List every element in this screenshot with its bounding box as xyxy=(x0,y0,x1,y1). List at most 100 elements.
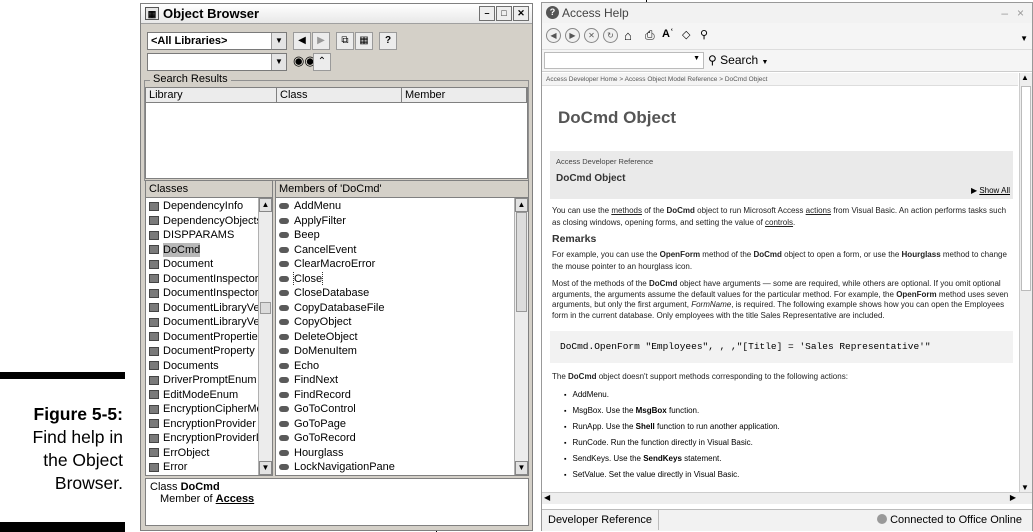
scroll-up-icon[interactable]: ▲ xyxy=(1021,73,1029,82)
member-list-item[interactable]: GoToRecord xyxy=(276,431,515,446)
member-list-item[interactable]: CloseDatabase xyxy=(276,286,515,301)
class-list-item[interactable]: DocumentLibraryVer xyxy=(146,301,259,316)
scroll-down-icon[interactable]: ▼ xyxy=(259,461,272,475)
close-button[interactable]: × xyxy=(1017,3,1024,23)
member-of-link[interactable]: Access xyxy=(216,493,255,505)
member-list-item[interactable]: LockNavigationPane xyxy=(276,460,515,475)
member-list-item[interactable]: CopyObject xyxy=(276,315,515,330)
refresh-icon[interactable]: ↻ xyxy=(603,28,618,43)
details-pane: Class DoCmd Member of Access xyxy=(145,478,529,526)
class-list-item[interactable]: DriverPromptEnum xyxy=(146,373,259,388)
view-definition-button[interactable]: ▦ xyxy=(355,32,373,50)
column-header-class[interactable]: Class xyxy=(277,88,402,103)
scroll-down-icon[interactable]: ▼ xyxy=(1021,483,1029,492)
member-list-item[interactable]: Beep xyxy=(276,228,515,243)
search-button[interactable]: ◉◉ xyxy=(293,53,316,71)
member-list-item[interactable]: Hourglass xyxy=(276,446,515,461)
help-button[interactable]: ? xyxy=(379,32,397,50)
class-list-item[interactable]: DoCmd xyxy=(146,242,259,257)
class-list-item[interactable]: Document xyxy=(146,257,259,272)
classes-scrollbar[interactable]: ▲ ▼ xyxy=(258,198,272,475)
search-button[interactable]: ⚲ Search ▼ xyxy=(708,53,768,67)
chevron-down-icon[interactable]: ▼ xyxy=(271,33,286,49)
class-list-item[interactable]: EditModeEnum xyxy=(146,388,259,403)
scroll-thumb[interactable] xyxy=(1021,86,1031,291)
close-button[interactable]: ✕ xyxy=(513,6,529,21)
column-header-member[interactable]: Member xyxy=(402,88,527,103)
member-list-item[interactable]: DoMenuItem xyxy=(276,344,515,359)
scroll-up-icon[interactable]: ▲ xyxy=(515,198,528,212)
member-list-item[interactable]: GoToPage xyxy=(276,417,515,432)
restore-button[interactable]: □ xyxy=(496,6,512,21)
methods-link[interactable]: methods xyxy=(611,206,642,215)
member-list-item[interactable]: Echo xyxy=(276,359,515,374)
scroll-up-icon[interactable]: ▲ xyxy=(259,198,272,212)
class-list-item[interactable]: EncryptionProvider xyxy=(146,417,259,432)
forward-icon[interactable]: ▶ xyxy=(565,28,580,43)
class-list-item[interactable]: ErrObject xyxy=(146,446,259,461)
member-list-item[interactable]: Close xyxy=(276,271,515,286)
chevron-down-icon[interactable]: ▼ xyxy=(271,54,286,70)
class-list-item[interactable]: DocumentLibraryVer xyxy=(146,315,259,330)
scroll-right-icon[interactable]: ▶ xyxy=(1010,493,1016,502)
actions-link[interactable]: actions xyxy=(806,206,831,215)
member-list-item[interactable]: CopyDatabaseFile xyxy=(276,301,515,316)
classes-pane[interactable]: Classes DependencyInfo DependencyObjects D… xyxy=(145,180,273,476)
help-search-input[interactable]: ▼ xyxy=(544,52,704,69)
member-list-item[interactable]: FindRecord xyxy=(276,388,515,403)
library-select[interactable]: <All Libraries> ▼ xyxy=(147,32,287,50)
scroll-down-icon[interactable]: ▼ xyxy=(515,461,528,475)
search-input[interactable]: ▼ xyxy=(147,53,287,71)
member-list-item[interactable]: GoToControl xyxy=(276,402,515,417)
forward-button[interactable]: ▶ xyxy=(312,32,330,50)
classes-list: DependencyInfo DependencyObjects DISPPARAM… xyxy=(146,198,259,475)
keep-on-top-icon[interactable]: ⚲ xyxy=(700,28,708,41)
class-list-item[interactable]: EncryptionCipherMo xyxy=(146,402,259,417)
show-all-link[interactable]: ▶ Show All xyxy=(971,185,1010,197)
code-example: DoCmd.OpenForm "Employees", , ,"[Title] … xyxy=(550,331,1013,363)
class-list-item[interactable]: DependencyInfo xyxy=(146,199,259,214)
search-results-list[interactable]: Library Class Member xyxy=(145,87,528,179)
member-list-item[interactable]: ClearMacroError xyxy=(276,257,515,272)
search-results-label: Search Results xyxy=(150,73,231,85)
copy-button[interactable]: ⧉ xyxy=(336,32,354,50)
class-list-item[interactable]: Error xyxy=(146,460,259,475)
scroll-thumb[interactable] xyxy=(516,212,527,312)
home-icon[interactable]: ⌂ xyxy=(624,28,632,43)
stop-icon[interactable]: ✕ xyxy=(584,28,599,43)
scroll-thumb[interactable] xyxy=(260,302,271,314)
class-list-item[interactable]: DocumentProperty xyxy=(146,344,259,359)
class-list-item[interactable]: DocumentInspectors xyxy=(146,286,259,301)
class-list-item[interactable]: DocumentInspector xyxy=(146,272,259,287)
toolbar-options-icon[interactable]: ▼ xyxy=(1020,34,1028,43)
print-icon[interactable]: ⎙ xyxy=(645,28,655,43)
column-header-library[interactable]: Library xyxy=(146,88,277,103)
member-list-item[interactable]: CancelEvent xyxy=(276,243,515,258)
class-list-item[interactable]: Documents xyxy=(146,359,259,374)
scroll-left-icon[interactable]: ◀ xyxy=(544,493,550,502)
member-list-item[interactable]: DeleteObject xyxy=(276,330,515,345)
connection-status[interactable]: Connected to Office Online xyxy=(877,510,1022,530)
members-scrollbar[interactable]: ▲ ▼ xyxy=(514,198,528,475)
member-list-item[interactable]: ApplyFilter xyxy=(276,214,515,229)
member-list-item[interactable]: AddMenu xyxy=(276,199,515,214)
help-vertical-scrollbar[interactable]: ▲ ▼ xyxy=(1019,73,1032,492)
back-icon[interactable]: ◀ xyxy=(546,28,561,43)
class-list-item[interactable]: DependencyObjects xyxy=(146,214,259,229)
class-list-item[interactable]: DISPPARAMS xyxy=(146,228,259,243)
minimize-button[interactable]: – xyxy=(479,6,495,21)
class-list-item[interactable]: EncryptionProviderD xyxy=(146,431,259,446)
chevron-down-icon[interactable]: ▼ xyxy=(693,55,700,62)
member-list-item[interactable]: FindNext xyxy=(276,373,515,388)
hide-search-results-button[interactable]: ⌃ xyxy=(313,53,331,71)
toc-icon[interactable]: ◇ xyxy=(682,28,690,41)
text-size-icon[interactable]: Aʿ xyxy=(662,28,674,40)
status-scope[interactable]: Developer Reference xyxy=(548,510,659,530)
controls-link[interactable]: controls xyxy=(765,218,793,227)
class-list-item[interactable]: DocumentProperties xyxy=(146,330,259,345)
members-pane[interactable]: Members of 'DoCmd' AddMenu ApplyFilter Bee… xyxy=(275,180,529,476)
back-button[interactable]: ◀ xyxy=(293,32,311,50)
help-horizontal-scrollbar[interactable]: ◀ ▶ xyxy=(542,492,1032,504)
breadcrumb[interactable]: Access Developer Home > Access Object Mo… xyxy=(542,73,1018,86)
minimize-button[interactable]: – xyxy=(1001,3,1008,23)
